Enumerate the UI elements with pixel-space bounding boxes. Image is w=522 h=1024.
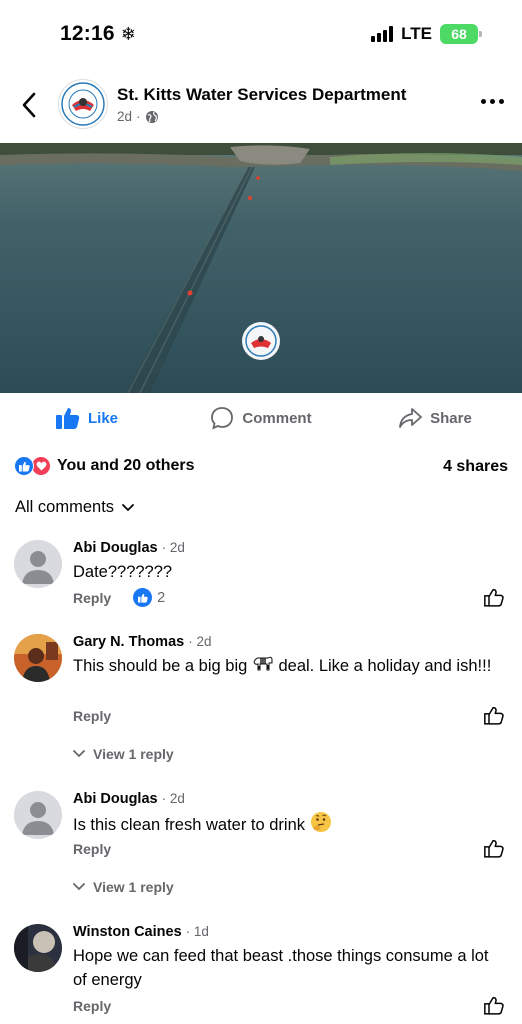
view-replies-button[interactable]: View 1 reply [73, 746, 174, 762]
post-meta: 2d · [117, 109, 159, 124]
battery-icon: 68 [440, 24, 482, 44]
shares-count[interactable]: 4 shares [443, 458, 508, 476]
like-outline-icon [484, 839, 504, 858]
comment-time: · 2d [161, 540, 185, 555]
comment-time: · 2d [161, 791, 185, 806]
comment-text: This should be a big big deal. Like a ho… [73, 654, 503, 679]
chevron-down-icon [122, 503, 134, 511]
status-indicators: LTE 68 [371, 24, 482, 44]
reaction-icons [14, 456, 51, 476]
post-photo[interactable] [0, 143, 522, 393]
like-reaction-icon [14, 456, 34, 476]
thinking-emoji-icon [310, 811, 332, 840]
signal-icon [371, 26, 394, 42]
comment-icon [211, 407, 234, 430]
page-name[interactable]: St. Kitts Water Services Department [117, 85, 406, 105]
comments-filter-dropdown[interactable]: All comments [15, 498, 134, 517]
like-outline-icon [484, 706, 504, 725]
comment-time: · 1d [185, 924, 209, 939]
post-header: St. Kitts Water Services Department 2d · [0, 75, 522, 137]
status-bar: 12:16 ❄ LTE 68 [0, 0, 522, 70]
commenter-name[interactable]: Winston Caines · 1d [73, 924, 209, 940]
reply-button[interactable]: Reply [73, 998, 111, 1014]
network-type: LTE [401, 24, 432, 43]
commenter-name[interactable]: Abi Douglas · 2d [73, 540, 185, 556]
zebra-emoji-icon [252, 654, 274, 679]
comment-time: · 2d [188, 634, 212, 649]
comment-like-button[interactable] [484, 996, 504, 1020]
comment-text: Is this clean fresh water to drink [73, 811, 503, 840]
comment-text: Hope we can feed that beast .those thing… [73, 947, 489, 989]
comment-actions: Reply [73, 998, 111, 1014]
comment-text: Date??????? [73, 563, 173, 581]
more-options-button[interactable] [481, 99, 504, 104]
comment-like-button[interactable] [484, 839, 504, 863]
water-services-logo [61, 82, 105, 126]
comment-actions: Reply 2 [73, 588, 165, 607]
post-action-bar: Like Comment Share [0, 398, 522, 438]
share-icon [399, 408, 423, 428]
like-icon [55, 408, 80, 429]
photo-drawing [0, 143, 522, 393]
back-button[interactable] [14, 87, 44, 123]
globe-icon [145, 110, 158, 123]
view-replies-button[interactable]: View 1 reply [73, 879, 174, 895]
snowflake-icon: ❄ [120, 24, 137, 44]
like-reaction-icon [133, 588, 153, 607]
like-outline-icon [484, 588, 504, 607]
like-button[interactable]: Like [0, 398, 174, 438]
comment-like-count[interactable]: 2 [133, 588, 165, 607]
comment-actions: Reply [73, 841, 111, 857]
comment-like-button[interactable] [484, 588, 504, 612]
like-outline-icon [484, 996, 504, 1015]
comment-actions: Reply [73, 708, 111, 724]
love-reaction-icon [31, 456, 51, 476]
page-avatar[interactable] [58, 79, 108, 129]
share-button[interactable]: Share [348, 398, 522, 438]
commenter-avatar[interactable] [14, 924, 62, 972]
reply-button[interactable]: Reply [73, 708, 111, 724]
more-icon [481, 99, 486, 104]
reply-button[interactable]: Reply [73, 590, 111, 606]
reactions-summary[interactable]: You and 20 others [14, 456, 195, 476]
reply-button[interactable]: Reply [73, 841, 111, 857]
chevron-down-icon [73, 883, 85, 891]
status-time: 12:16 ❄ [60, 22, 137, 45]
default-avatar[interactable] [14, 791, 62, 839]
commenter-avatar[interactable] [14, 634, 62, 682]
commenter-name[interactable]: Gary N. Thomas · 2d [73, 634, 212, 650]
chevron-down-icon [73, 750, 85, 758]
back-icon [22, 92, 36, 118]
commenter-name[interactable]: Abi Douglas · 2d [73, 791, 185, 807]
default-avatar[interactable] [14, 540, 62, 588]
comment-like-button[interactable] [484, 706, 504, 730]
comment-button[interactable]: Comment [174, 398, 348, 438]
post-age[interactable]: 2d [117, 109, 132, 124]
